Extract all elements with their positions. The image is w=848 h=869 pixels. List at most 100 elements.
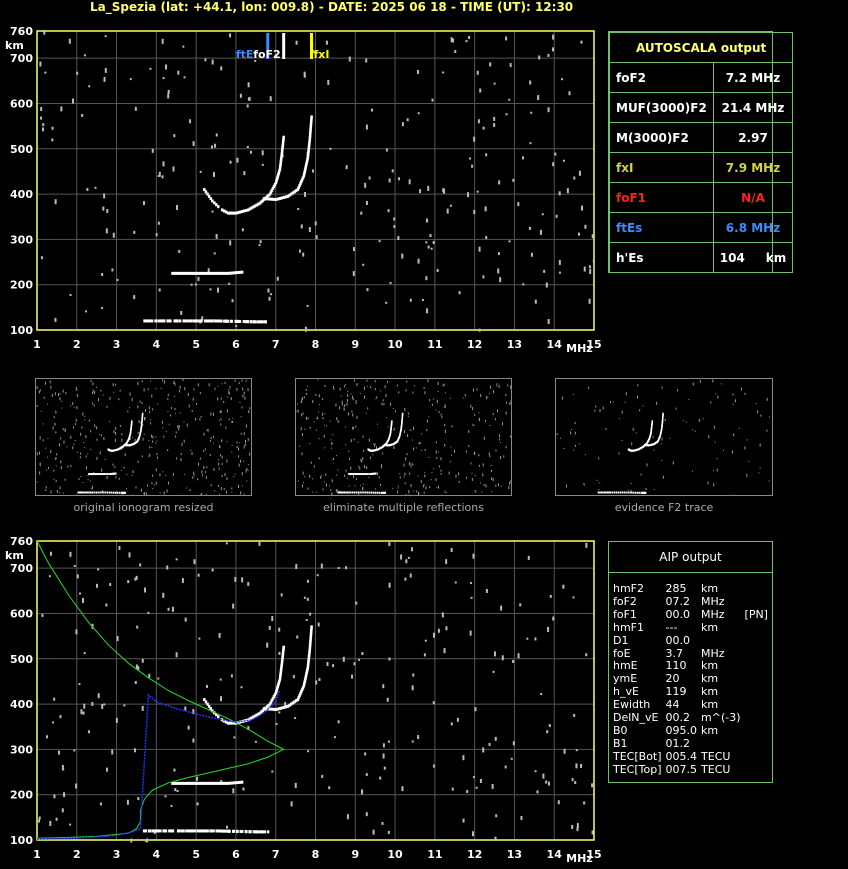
aip-cell: TEC[Bot] <box>613 749 662 763</box>
x-tick-label: 10 <box>387 848 403 861</box>
aip-cell: 07.2 <box>665 594 691 608</box>
autoscala-row: h'Es 104 km <box>609 242 794 273</box>
es-layer-trace <box>142 829 270 834</box>
x-unit-label: MHz <box>566 852 593 865</box>
aip-cell: 007.5 <box>665 762 698 776</box>
x-tick-label: 5 <box>192 848 200 861</box>
autoscala-value: 6.8 MHz <box>712 212 794 243</box>
thumbnail-original <box>35 378 252 496</box>
aip-cell <box>745 712 772 725</box>
y-tick-label: 400 <box>10 698 33 711</box>
autoscala-label: MUF(3000)F2 <box>609 92 714 123</box>
x-tick-label: 11 <box>427 848 442 861</box>
aip-cell: TEC[Top] <box>613 762 662 776</box>
y-tick-label: 500 <box>10 653 33 666</box>
x-tick-label: 6 <box>232 848 240 861</box>
aip-cell <box>745 648 772 661</box>
aip-cell: TECU <box>701 762 731 776</box>
aip-cell: 285 <box>665 582 687 595</box>
x-mode-trace <box>262 625 313 712</box>
aip-cell <box>745 622 772 635</box>
aip-title: AIP output <box>609 542 772 573</box>
aip-cell: 005.4 <box>665 749 698 763</box>
aip-cell: 00.0 <box>665 633 691 647</box>
aip-cell: [PN] <box>744 607 768 621</box>
autoscala-value: 7.9 MHz <box>712 152 794 183</box>
aip-cell <box>745 764 772 777</box>
aip-cell: 095.0 <box>665 723 698 737</box>
aip-cell: km <box>701 620 719 634</box>
aip-cell: 00.0 <box>665 607 691 621</box>
aip-cell: km <box>701 582 719 595</box>
autoscala-row: MUF(3000)F2 21.4 MHz <box>609 92 794 123</box>
autoscala-row: M(3000)F2 2.97 <box>609 122 794 153</box>
x-tick-label: 2 <box>73 848 81 861</box>
aip-row: D1 00.0 <box>613 633 772 648</box>
aip-cell: B1 <box>613 736 628 750</box>
aip-panel: AIP output hmF2 285 km foF2 07.2 MHz foF1 00.0 M… <box>608 541 773 783</box>
aip-row: foF1 00.0 MHz [PN] <box>613 607 772 622</box>
aip-cell: foF1 <box>613 607 637 621</box>
autoscala-value: N/A <box>712 182 794 213</box>
aip-cell <box>745 725 772 738</box>
aip-cell: hmF2 <box>613 582 645 595</box>
y-tick-label: 200 <box>10 789 33 802</box>
aip-row: hmF1 --- km <box>613 620 772 635</box>
y-tick-label: 700 <box>10 562 33 575</box>
autoscala-value: 104 km <box>712 242 794 273</box>
autoscala-value: 21.4 MHz <box>712 92 794 123</box>
x-tick-label: 12 <box>467 848 482 861</box>
x-tick-label: 8 <box>312 848 320 861</box>
autoscala-row: foF1 N/A <box>609 182 794 213</box>
aip-cell: km <box>701 723 719 737</box>
caption-eliminate: eliminate multiple reflections <box>323 501 484 514</box>
autoscala-label: foF2 <box>609 62 714 93</box>
autoscala-label: M(3000)F2 <box>609 122 714 153</box>
x-tick-label: 9 <box>351 848 359 861</box>
autoscala-value: 2.97 <box>712 122 794 153</box>
aip-cell <box>745 583 772 596</box>
autoscala-row: fxI 7.9 MHz <box>609 152 794 183</box>
x-tick-label: 13 <box>507 848 522 861</box>
x-tick-label: 3 <box>113 848 121 861</box>
aip-cell <box>745 751 772 764</box>
autoscala-label: ftEs <box>609 212 714 243</box>
aip-cell: hmF1 <box>613 620 645 634</box>
caption-evidence: evidence F2 trace <box>614 501 714 514</box>
aip-cell: foF2 <box>613 594 637 608</box>
x-tick-label: 7 <box>272 848 280 861</box>
y-tick-label: 600 <box>10 607 33 620</box>
y-tick-label: 300 <box>10 743 33 756</box>
x-tick-label: 14 <box>547 848 563 861</box>
electron-density-profile-line <box>36 540 285 839</box>
aip-row: foF2 07.2 MHz <box>613 594 772 609</box>
aip-cell <box>701 635 744 648</box>
thumbnail-evidence <box>555 378 773 496</box>
aip-cell <box>745 686 772 699</box>
autoscala-title: AUTOSCALA output <box>608 32 794 63</box>
autoscala-label: h'Es <box>609 242 714 273</box>
y-tick-label: 100 <box>10 834 33 847</box>
aip-cell <box>745 699 772 712</box>
aip-cell: --- <box>665 620 678 634</box>
autoscala-panel: AUTOSCALA output foF2 7.2 MHz MUF(3000)F2 2… <box>608 31 794 273</box>
aip-cell: B0 <box>613 723 628 737</box>
aip-row: TEC[Bot] 005.4 TECU <box>613 749 772 764</box>
aip-cell: 01.2 <box>665 736 691 750</box>
autoscala-row: ftEs 6.8 MHz <box>609 212 794 243</box>
aip-cell <box>745 673 772 686</box>
es-second-hop-trace <box>171 780 244 785</box>
autoscala-value: 7.2 MHz <box>712 62 794 93</box>
y-unit-label: km <box>5 549 24 562</box>
thumbnail-eliminate <box>295 378 512 496</box>
caption-original: original ionogram resized <box>73 501 214 514</box>
aip-row: B0 095.0 km <box>613 723 772 738</box>
aip-cell <box>745 738 772 751</box>
aip-cell: TECU <box>701 749 731 763</box>
autoscala-label: fxI <box>609 152 714 183</box>
aip-cell <box>745 635 772 648</box>
aip-cell: D1 <box>613 633 629 647</box>
aip-cell: MHz <box>701 594 725 608</box>
aip-row: B1 01.2 <box>613 736 772 751</box>
autoscala-row: foF2 7.2 MHz <box>609 62 794 93</box>
